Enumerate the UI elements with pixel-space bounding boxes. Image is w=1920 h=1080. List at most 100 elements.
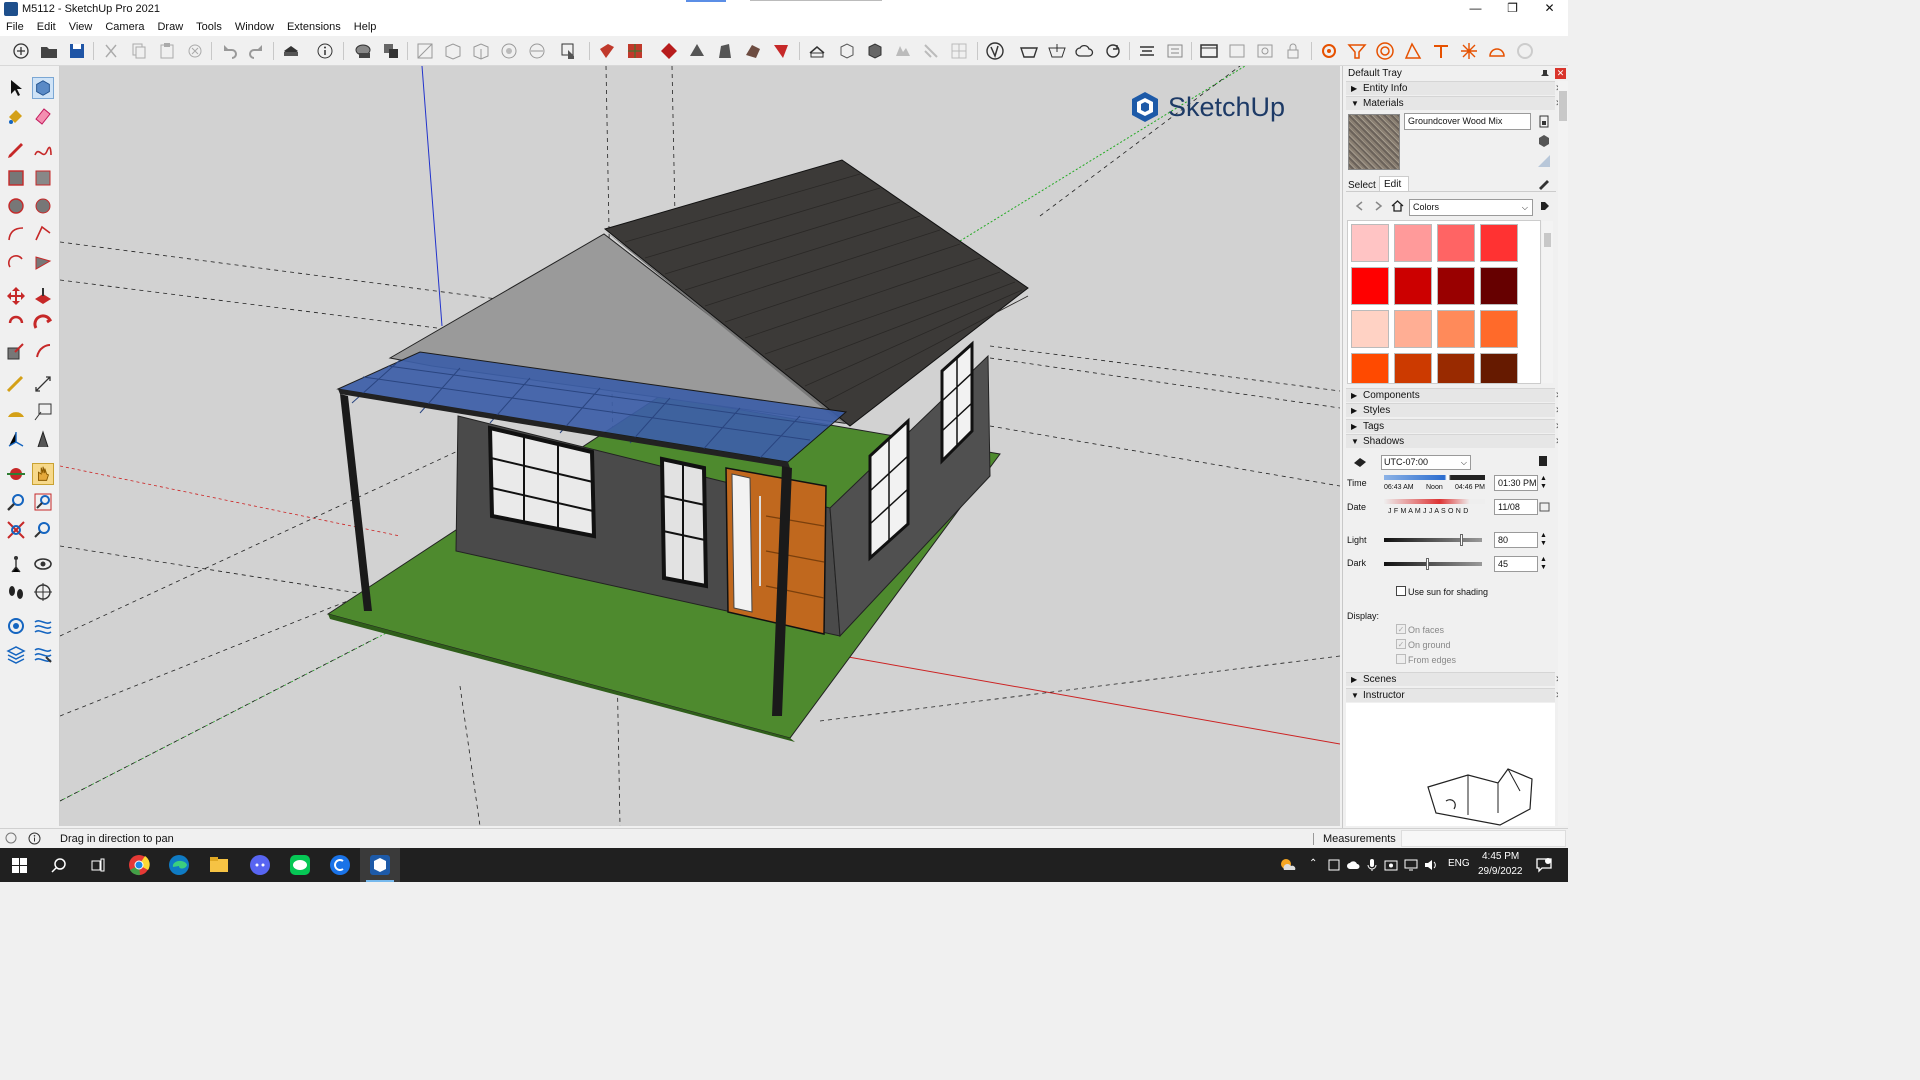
make-component-icon[interactable] <box>32 77 54 99</box>
open-folder-icon[interactable] <box>39 41 59 61</box>
zoom-extents-icon[interactable] <box>5 519 27 541</box>
xray-icon[interactable] <box>499 41 519 61</box>
swatch-11[interactable] <box>1480 310 1518 348</box>
walk-footprints-icon[interactable] <box>5 581 27 603</box>
share-model-icon[interactable] <box>1047 41 1067 61</box>
canva-icon[interactable] <box>329 854 351 876</box>
tab-select[interactable]: Select <box>1348 180 1376 191</box>
on-faces-checkbox[interactable]: ✓ <box>1396 624 1406 634</box>
clock-date[interactable]: 29/9/2022 <box>1478 866 1523 877</box>
check-validity-icon[interactable] <box>985 41 1005 61</box>
tray-expand-icon[interactable]: ⌃ <box>1309 858 1317 869</box>
print-icon[interactable] <box>281 41 301 61</box>
rotated-rectangle-icon[interactable] <box>32 167 54 189</box>
light-slider[interactable] <box>1384 534 1482 546</box>
windows-start-icon[interactable] <box>12 858 27 873</box>
layers-icon[interactable] <box>5 643 27 665</box>
swatch-12[interactable] <box>1351 353 1389 383</box>
orbit-icon[interactable] <box>5 463 27 485</box>
cloud-icon[interactable] <box>1075 41 1095 61</box>
swatch-6[interactable] <box>1437 267 1475 305</box>
time-spinner[interactable]: ▲ ▼ <box>1540 475 1547 491</box>
swatch-15[interactable] <box>1480 353 1518 383</box>
dark-input[interactable]: 45 <box>1494 556 1538 572</box>
menu-window[interactable]: Window <box>235 21 274 33</box>
push-pull-icon[interactable] <box>32 285 54 307</box>
swatch-7[interactable] <box>1480 267 1518 305</box>
volume-icon[interactable] <box>1424 858 1438 872</box>
library-select[interactable]: Colors ⌵ <box>1409 199 1533 216</box>
light-spinner[interactable]: ▲ ▼ <box>1540 532 1547 548</box>
components-header[interactable]: ▶Components✕ <box>1346 388 1563 402</box>
position-camera-icon[interactable] <box>5 553 27 575</box>
light-input[interactable]: 80 <box>1494 532 1538 548</box>
orbit-hand-icon[interactable] <box>559 41 579 61</box>
offset-icon[interactable] <box>32 340 54 362</box>
follow-me-icon[interactable] <box>32 312 54 334</box>
line-pencil-icon[interactable] <box>5 139 27 161</box>
close-button[interactable]: ✕ <box>1531 0 1568 18</box>
look-around-icon[interactable] <box>32 553 54 575</box>
layout-icon[interactable] <box>1137 41 1157 61</box>
create-material-icon[interactable] <box>1537 134 1551 148</box>
starburst-icon[interactable] <box>1459 41 1479 61</box>
paste-icon[interactable] <box>157 41 177 61</box>
tab-edit[interactable]: Edit <box>1379 176 1409 191</box>
shadow-settings-icon[interactable] <box>1538 455 1548 467</box>
style-builder-icon[interactable] <box>1165 41 1185 61</box>
funnel-icon[interactable] <box>1347 41 1367 61</box>
back-arrow-icon[interactable] <box>1354 200 1366 212</box>
circle-icon[interactable] <box>5 195 27 217</box>
from-edges-checkbox[interactable] <box>1396 654 1406 664</box>
network-icon[interactable] <box>1404 858 1418 872</box>
dome-icon[interactable] <box>1487 41 1507 61</box>
undo-icon[interactable] <box>219 41 239 61</box>
axes-icon[interactable] <box>5 429 27 451</box>
protractor-icon[interactable] <box>5 401 27 423</box>
date-input[interactable]: 11/08 <box>1494 499 1538 515</box>
shaded-style-icon[interactable] <box>659 41 679 61</box>
section-plane-icon[interactable] <box>807 41 827 61</box>
freehand-icon[interactable] <box>32 139 54 161</box>
window-frame-icon[interactable] <box>1199 41 1219 61</box>
panel-icon[interactable] <box>1227 41 1247 61</box>
arc-icon[interactable] <box>5 223 27 245</box>
angle-icon[interactable] <box>1403 41 1423 61</box>
zoom-window-icon[interactable] <box>32 491 54 513</box>
swatch-1[interactable] <box>1394 224 1432 262</box>
pin-icon[interactable] <box>1540 69 1550 79</box>
tray-scrollbar[interactable] <box>1558 81 1568 826</box>
pie-icon[interactable] <box>32 251 54 273</box>
box-solid-icon[interactable] <box>865 41 885 61</box>
sketchup-taskbar-button[interactable] <box>360 848 400 882</box>
calendar-icon[interactable] <box>1539 501 1550 512</box>
dark-spinner[interactable]: ▲ ▼ <box>1540 556 1547 572</box>
info-icon[interactable] <box>28 832 41 845</box>
disabled-gear-icon[interactable] <box>1515 41 1535 61</box>
wireframe-style-icon[interactable] <box>597 41 617 61</box>
component-icon[interactable] <box>353 41 373 61</box>
entity-info-header[interactable]: ▶Entity Info✕ <box>1346 81 1563 95</box>
paint-bucket-icon[interactable] <box>5 105 27 127</box>
model-scene[interactable] <box>60 66 1340 826</box>
notification-icon[interactable] <box>1536 857 1552 873</box>
sandbox-terrain-icon[interactable] <box>893 41 913 61</box>
hidden-line-style-icon[interactable] <box>625 41 645 61</box>
swatch-10[interactable] <box>1437 310 1475 348</box>
time-slider[interactable] <box>1384 475 1485 480</box>
use-sun-checkbox[interactable] <box>1396 586 1406 596</box>
scenes-header[interactable]: ▶Scenes✕ <box>1346 672 1563 686</box>
swatch-5[interactable] <box>1394 267 1432 305</box>
three-point-arc-icon[interactable] <box>5 251 27 273</box>
new-file-icon[interactable] <box>11 41 31 61</box>
tape-measure-icon[interactable] <box>5 373 27 395</box>
copy-icon[interactable] <box>129 41 149 61</box>
top-view-icon[interactable] <box>443 41 463 61</box>
search-icon[interactable] <box>51 857 67 873</box>
target-icon[interactable] <box>1375 41 1395 61</box>
previous-view-icon[interactable] <box>32 519 54 541</box>
redo-icon[interactable] <box>247 41 267 61</box>
zoom-icon[interactable] <box>5 491 27 513</box>
discord-icon[interactable] <box>249 854 271 876</box>
eraser-icon[interactable] <box>32 105 54 127</box>
